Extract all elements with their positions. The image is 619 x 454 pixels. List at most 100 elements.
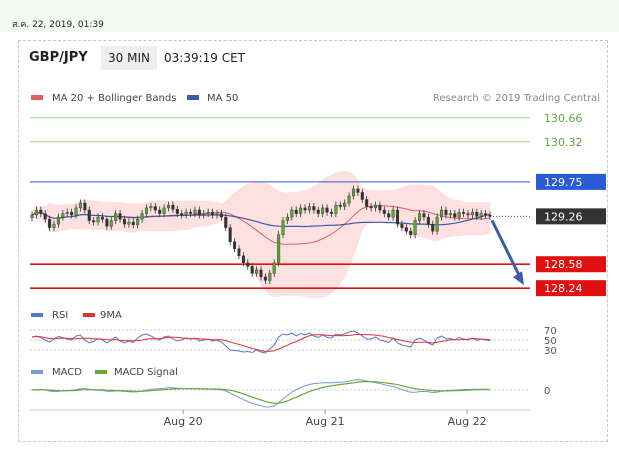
support-label: 128.58 <box>544 258 583 271</box>
ma50-legend-swatch <box>187 95 199 100</box>
candle-body <box>369 206 373 209</box>
macd-signal-legend-swatch <box>95 370 107 374</box>
candle-body <box>228 227 232 242</box>
candle-body <box>122 218 127 225</box>
candle-body <box>440 209 444 218</box>
candle-body <box>378 204 382 211</box>
candle-body <box>356 188 360 193</box>
candle-body <box>30 214 34 218</box>
candle-body <box>166 204 171 209</box>
candle-body <box>92 220 96 223</box>
candle-body <box>338 204 342 207</box>
candle-body <box>316 209 320 214</box>
rsi-level-label: 30 <box>544 346 557 357</box>
candle-body <box>100 216 104 220</box>
candle-body <box>136 218 140 226</box>
candle-body <box>312 206 316 211</box>
candle-body <box>87 209 91 221</box>
price-chart: MA 20 + Bollinger Bands MA 50 Research ©… <box>30 93 606 428</box>
candle-body <box>241 255 245 264</box>
candle-body <box>144 207 149 214</box>
candle-body <box>422 213 426 218</box>
rsi-ma-legend-label: 9MA <box>100 310 122 321</box>
candle-body <box>96 216 100 223</box>
candle-body <box>118 213 122 220</box>
candle-body <box>294 209 298 214</box>
candle-body <box>365 199 369 207</box>
forecast-arrow <box>490 219 524 286</box>
candle-body <box>233 241 237 249</box>
candle-body <box>162 207 166 214</box>
candle-body <box>373 204 378 209</box>
candle-body <box>466 213 470 216</box>
support-label: 128.24 <box>544 282 583 295</box>
macd-pane: 0 <box>30 379 550 408</box>
resistance-label: 129.75 <box>544 176 583 189</box>
candle-body <box>149 206 153 209</box>
candle-body <box>325 207 329 213</box>
candle-body <box>484 213 488 216</box>
candle-body <box>272 262 276 274</box>
candle-body <box>202 213 206 216</box>
candle-body <box>360 192 364 200</box>
candle-body <box>43 213 47 220</box>
candle-body <box>418 213 422 221</box>
candle-body <box>448 213 452 216</box>
candle-body <box>259 269 263 278</box>
candle-body <box>435 216 439 232</box>
macd-zero-label: 0 <box>544 386 550 397</box>
candle-body <box>290 209 294 218</box>
macd-signal-line <box>31 380 490 404</box>
candle-body <box>70 211 74 216</box>
candle-body <box>426 216 430 225</box>
candle-body <box>237 248 241 256</box>
candle-body <box>299 207 303 214</box>
x-tick-label: Aug 21 <box>306 415 345 428</box>
candle-body <box>475 211 479 217</box>
candle-body <box>321 207 325 214</box>
candle-body <box>391 209 395 218</box>
rsi-pane: 705030 <box>30 326 557 357</box>
candle-body <box>180 213 184 216</box>
candle-body <box>171 204 175 210</box>
candle-body <box>382 209 386 214</box>
candle-body <box>462 211 466 214</box>
candle-body <box>193 209 197 214</box>
candle-body <box>189 211 193 214</box>
target-label: 130.66 <box>544 112 583 125</box>
candle-body <box>211 211 215 216</box>
copyright-label: Research © 2019 Trading Central <box>433 93 600 104</box>
candle-body <box>197 209 201 216</box>
candle-body <box>431 223 435 232</box>
candle-body <box>285 216 289 221</box>
candle-body <box>488 214 492 217</box>
candle-body <box>413 220 417 235</box>
candle-body <box>479 213 483 217</box>
candle-body <box>184 211 188 216</box>
rsi-ma-legend-swatch <box>83 313 95 317</box>
current-price-label: 129.26 <box>544 210 583 223</box>
ma20-legend-swatch <box>31 95 43 100</box>
macd-line <box>31 379 491 408</box>
candle-body <box>347 195 351 204</box>
x-tick-label: Aug 22 <box>448 415 487 428</box>
candle-body <box>131 221 135 226</box>
forecast-arrow-shaft <box>490 219 523 280</box>
candle-body <box>52 223 56 228</box>
candle-body <box>175 209 179 214</box>
candle-body <box>343 202 347 207</box>
candle-body <box>65 211 69 214</box>
candle-body <box>78 202 82 209</box>
rsi-ma-line <box>31 333 491 352</box>
candle-body <box>409 230 413 235</box>
candle-body <box>400 223 404 228</box>
candle-body <box>61 213 65 218</box>
candle-body <box>255 269 259 274</box>
candle-body <box>48 218 52 228</box>
candle-body <box>307 206 311 211</box>
candle-body <box>303 207 307 211</box>
candle-body <box>246 262 250 267</box>
candle-body <box>56 216 60 225</box>
candle-body <box>127 221 131 225</box>
price-tags: 130.66 130.32 129.75 129.26 128.58 128.24 <box>536 112 606 297</box>
